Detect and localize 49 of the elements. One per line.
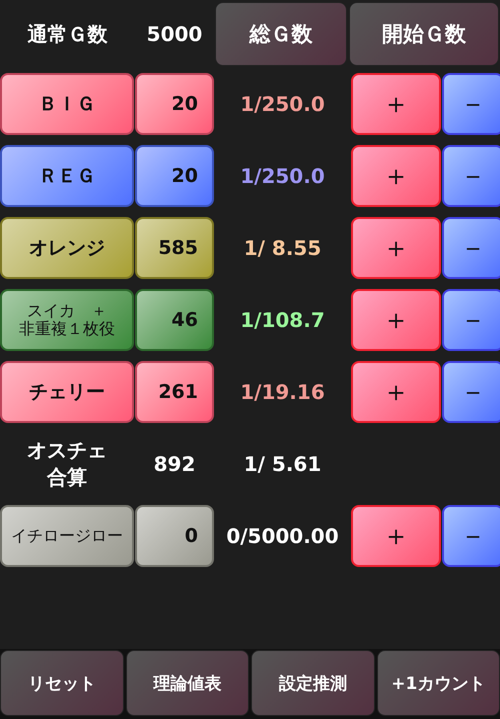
label-line: ＢＩＧ [38,92,96,116]
minus-button[interactable]: － [442,289,500,351]
ratio-text: 1/250.0 [239,92,326,116]
plus-button[interactable]: ＋ [351,73,441,135]
label: 通常Ｇ数 [26,20,108,48]
footer-button[interactable]: +1カウント [376,650,500,716]
header-button[interactable]: 開始Ｇ数 [349,2,499,66]
minus-button[interactable]: － [442,145,500,207]
plus-button[interactable]: ＋ [351,289,441,351]
plus-button[interactable]: ＋ [351,217,441,279]
footer-button[interactable]: 設定推測 [251,650,374,716]
item-button[interactable]: スイカ ＋ 非重複１枚役 [0,289,134,351]
footer-button[interactable]: 理論値表 [126,650,249,716]
count-button[interactable]: 20 [135,145,214,207]
plus-button[interactable]: ＋ [351,361,441,423]
footer-button[interactable]: リセット [0,650,124,716]
label-line: イチロージロー [10,526,124,546]
minus-button[interactable]: － [442,73,500,135]
item-button[interactable]: チェリー [0,361,134,423]
item-button[interactable]: イチロージロー [0,505,134,567]
header-button[interactable]: 総Ｇ数 [215,2,347,66]
ratio-text: 1/ 8.55 [242,236,322,260]
item-button[interactable]: ＲＥＧ [0,145,134,207]
label-line: 非重複１枚役 [18,320,116,338]
value-text: 5000 [146,22,204,46]
minus-button[interactable]: － [442,217,500,279]
label-line: オレンジ [28,236,106,260]
ratio-text: 1/19.16 [239,380,326,404]
count-button[interactable]: 20 [135,73,214,135]
label-line: ＲＥＧ [38,164,96,188]
label-line: 合算 [46,464,88,491]
item-button[interactable]: ＢＩＧ [0,73,134,135]
label-line: スイカ ＋ [26,302,108,320]
plus-button[interactable]: ＋ [351,145,441,207]
count-button[interactable]: 0 [135,505,214,567]
count-button[interactable]: 585 [135,217,214,279]
ratio-text: 1/250.0 [239,164,326,188]
item-button[interactable]: オレンジ [0,217,134,279]
count-button[interactable]: 261 [135,361,214,423]
ratio-text: 1/108.7 [239,308,326,332]
minus-button[interactable]: － [442,505,500,567]
ratio-text: 0/5000.00 [225,524,340,548]
count-button[interactable]: 46 [135,289,214,351]
label-line: チェリー [28,380,106,404]
minus-button[interactable]: － [442,361,500,423]
label-line: オスチェ [26,437,108,464]
ratio-text: 1/ 5.61 [242,452,322,476]
count-text: 892 [152,452,196,476]
plus-button[interactable]: ＋ [351,505,441,567]
